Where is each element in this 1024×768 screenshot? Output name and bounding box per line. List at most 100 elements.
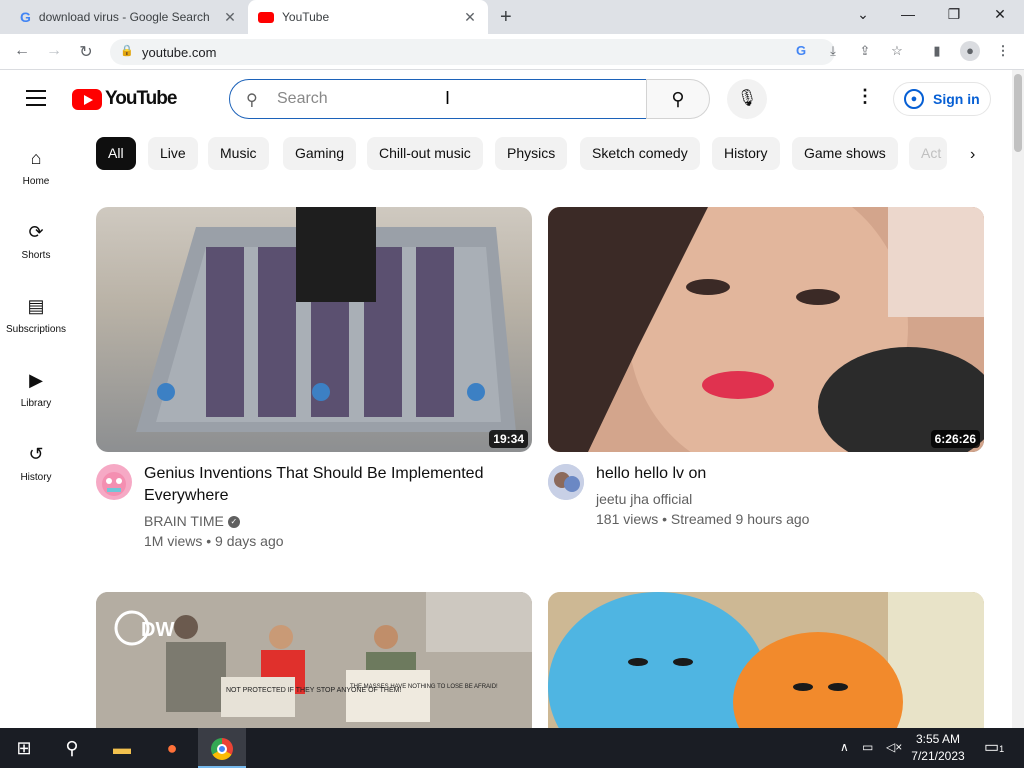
- close-window-button[interactable]: ✕: [990, 6, 1010, 23]
- sidebar-item-subscriptions[interactable]: ▤ Subscriptions: [0, 294, 72, 354]
- video-thumbnail[interactable]: 6:26:26: [548, 207, 984, 452]
- sidebar-item-label: Shorts: [21, 250, 51, 261]
- tab-google-search[interactable]: G download virus - Google Search ✕: [8, 0, 248, 34]
- clock-date: 7/21/2023: [911, 749, 965, 763]
- logo-text: YouTube: [105, 88, 177, 109]
- verified-badge-icon: ✓: [227, 516, 240, 529]
- library-icon: ▶: [29, 370, 43, 390]
- minimize-button[interactable]: —: [898, 6, 918, 22]
- sidebar-item-label: History: [20, 472, 52, 483]
- new-tab-button[interactable]: +: [500, 7, 512, 27]
- chip-music[interactable]: Music: [208, 137, 269, 170]
- volume-muted-icon[interactable]: ◁×: [886, 740, 902, 754]
- video-duration: 19:34: [489, 430, 528, 448]
- chip-history[interactable]: History: [712, 137, 780, 170]
- sign-in-label: Sign in: [933, 91, 980, 107]
- account-circle-icon: ●: [904, 89, 924, 109]
- video-title[interactable]: hello hello lv on: [596, 463, 956, 485]
- show-hidden-icons-chevron-icon[interactable]: ∧: [840, 740, 849, 754]
- browser-toolbar: ← → ↻ 🔒 youtube.com G ⤓ ⇪ ☆ ▮ ● ⋮: [0, 34, 1024, 70]
- sidebar-item-home[interactable]: ⌂ Home: [0, 146, 72, 206]
- sidebar-item-label: Library: [20, 398, 52, 409]
- menu-hamburger-icon[interactable]: [26, 90, 46, 106]
- page-scrollbar[interactable]: [1012, 70, 1024, 728]
- tab-youtube[interactable]: YouTube ✕: [248, 0, 488, 34]
- system-clock[interactable]: 3:55 AM 7/21/2023: [908, 731, 968, 765]
- chrome-taskbar-icon[interactable]: [198, 728, 246, 768]
- windows-start-icon[interactable]: ⊞: [0, 728, 48, 768]
- profile-avatar-icon[interactable]: ●: [960, 41, 980, 61]
- chip-physics[interactable]: Physics: [495, 137, 568, 170]
- video-title[interactable]: Genius Inventions That Should Be Impleme…: [144, 463, 504, 507]
- youtube-play-icon: [72, 88, 102, 110]
- video-thumbnail[interactable]: DW NOT PROTECTED IF THEY STOP ANYONE OF …: [96, 592, 532, 728]
- search-icon[interactable]: ⚲: [48, 728, 96, 768]
- youtube-header: YouTube ⚲ I ⚲ 🎙 ⋮ ● Sign in: [0, 70, 1012, 128]
- google-g-icon: G: [20, 9, 31, 25]
- shorts-icon: ⟳: [28, 222, 44, 242]
- firefox-icon[interactable]: ●: [148, 728, 196, 768]
- close-tab-icon[interactable]: ✕: [222, 9, 238, 25]
- address-bar[interactable]: 🔒 youtube.com: [110, 39, 835, 65]
- thumbnail-image: [548, 592, 984, 728]
- clock-time: 3:55 AM: [915, 732, 961, 746]
- install-app-icon[interactable]: ⤓: [824, 43, 842, 59]
- reload-icon[interactable]: ↻: [76, 42, 96, 62]
- search-box[interactable]: ⚲ I: [229, 79, 647, 119]
- sidebar-item-library[interactable]: ▶ Library: [0, 368, 72, 428]
- close-tab-icon[interactable]: ✕: [462, 9, 478, 25]
- bookmark-star-icon[interactable]: ☆: [888, 43, 906, 59]
- thumbnail-image: [136, 207, 516, 432]
- file-explorer-icon[interactable]: ▬: [98, 728, 146, 768]
- url-text: youtube.com: [142, 45, 217, 60]
- network-icon[interactable]: ▭: [862, 740, 873, 754]
- video-duration: 6:26:26: [930, 430, 980, 448]
- forward-arrow-icon[interactable]: →: [44, 42, 64, 60]
- channel-name-row: BRAIN TIME ✓: [144, 511, 240, 531]
- notifications-icon[interactable]: ▭1: [984, 737, 1004, 757]
- chip-game-shows[interactable]: Game shows: [792, 137, 898, 170]
- thumbnail-image: DW NOT PROTECTED IF THEY STOP ANYONE OF …: [96, 592, 532, 728]
- sign-in-button[interactable]: ● Sign in: [893, 82, 991, 116]
- restore-button[interactable]: ❐: [944, 6, 964, 23]
- video-thumbnail[interactable]: [548, 592, 984, 728]
- chip-live[interactable]: Live: [148, 137, 198, 170]
- chip-chill-out-music[interactable]: Chill-out music: [367, 137, 483, 170]
- subscriptions-icon: ▤: [27, 296, 45, 316]
- sidebar-item-history[interactable]: ↺ History: [0, 442, 72, 502]
- sidebar-item-label: Subscriptions: [5, 324, 67, 335]
- settings-more-icon[interactable]: ⋮: [855, 86, 875, 107]
- search-icon: ⚲: [671, 89, 685, 109]
- lock-icon[interactable]: 🔒: [120, 44, 134, 57]
- chip-gaming[interactable]: Gaming: [283, 137, 357, 170]
- share-icon[interactable]: ⇪: [856, 43, 874, 59]
- video-thumbnail[interactable]: 19:34: [96, 207, 532, 452]
- thumbnail-image: [548, 207, 984, 452]
- google-lens-icon[interactable]: G: [792, 43, 810, 58]
- search-button[interactable]: ⚲: [646, 79, 710, 119]
- channel-avatar[interactable]: [96, 464, 132, 500]
- channel-avatar[interactable]: [548, 464, 584, 500]
- channel-name[interactable]: jeetu jha official: [596, 489, 692, 509]
- voice-search-button[interactable]: 🎙: [727, 79, 767, 119]
- notification-count: 1: [999, 744, 1005, 754]
- channel-name[interactable]: BRAIN TIME: [144, 513, 224, 529]
- back-arrow-icon[interactable]: ←: [12, 42, 32, 60]
- youtube-logo[interactable]: YouTube: [72, 88, 177, 110]
- chrome-menu-icon[interactable]: ⋮: [994, 43, 1012, 59]
- sidebar-item-shorts[interactable]: ⟳ Shorts: [0, 220, 72, 280]
- chevron-right-icon[interactable]: ›: [970, 146, 975, 164]
- tab-search-chevron-icon[interactable]: ⌄: [853, 6, 873, 23]
- video-stats: 1M views • 9 days ago: [144, 533, 284, 549]
- windows-taskbar: ⊞ ⚲ ▬ ● ∧ ▭ ◁× 3:55 AM 7/21/2023 ▭1: [0, 728, 1024, 768]
- scrollbar-thumb[interactable]: [1014, 74, 1022, 152]
- chip-act[interactable]: Act: [909, 137, 947, 170]
- video-stats: 181 views • Streamed 9 hours ago: [596, 511, 810, 527]
- microphone-icon: 🎙: [736, 90, 758, 107]
- search-icon: ⚲: [246, 92, 258, 109]
- chip-sketch-comedy[interactable]: Sketch comedy: [580, 137, 700, 170]
- protest-sign-text: THE MASSES HAVE NOTHING TO LOSE BE AFRAI…: [350, 684, 498, 690]
- text-cursor-icon: I: [445, 88, 451, 108]
- side-panel-icon[interactable]: ▮: [928, 43, 946, 59]
- chip-all[interactable]: All: [96, 137, 136, 170]
